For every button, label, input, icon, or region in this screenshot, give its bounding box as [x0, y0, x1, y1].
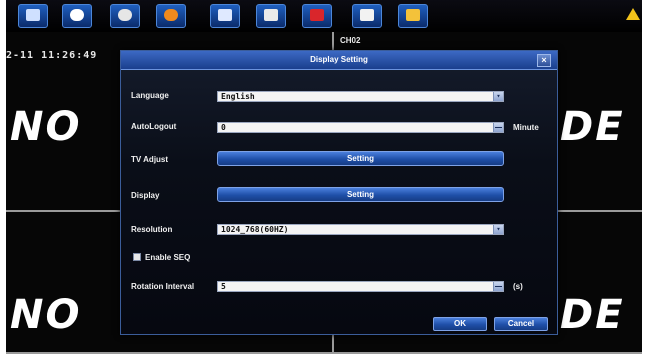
rotation-interval-label: Rotation Interval [131, 282, 195, 291]
resolution-select[interactable]: 1024_768(60HZ) ▾ [217, 224, 504, 235]
autologout-value: 0 [221, 123, 226, 132]
no-video-text: NO [10, 104, 82, 150]
dialog-title: Display Setting [310, 55, 368, 64]
video-icon[interactable] [256, 4, 286, 28]
display-setting-dialog: Display Setting × Language English ▾ Aut… [120, 50, 558, 335]
record-icon[interactable] [62, 4, 92, 28]
display-label: Display [131, 191, 160, 200]
monitor-screen: 2-11 11:26:49 CH02 NO DE NO DE Display S… [6, 0, 642, 354]
rotation-interval-value: 5 [221, 282, 226, 291]
no-video-text: DE [560, 292, 625, 338]
cancel-button[interactable]: Cancel [494, 317, 548, 331]
warning-icon [626, 8, 640, 20]
camera-icon[interactable] [352, 4, 382, 28]
resolution-value: 1024_768(60HZ) [221, 225, 289, 234]
language-select[interactable]: English ▾ [217, 91, 504, 102]
resolution-label: Resolution [131, 225, 173, 234]
rotation-interval-unit: (s) [513, 282, 523, 291]
playback-icon[interactable] [110, 4, 140, 28]
taskbar [6, 0, 642, 32]
tv-adjust-label: TV Adjust [131, 155, 169, 164]
rotation-interval-input[interactable]: 5 [217, 281, 504, 292]
spinner-icon[interactable] [493, 282, 503, 291]
close-button[interactable]: × [537, 54, 551, 67]
autologout-unit: Minute [513, 123, 539, 132]
enable-seq-checkbox[interactable] [133, 253, 141, 261]
alarm-icon[interactable] [302, 4, 332, 28]
display-setting-button[interactable]: Setting [217, 187, 504, 202]
dialog-title-bar[interactable]: Display Setting × [121, 51, 557, 70]
ptz-icon[interactable] [156, 4, 186, 28]
autologout-input[interactable]: 0 [217, 122, 504, 133]
no-video-text: DE [560, 104, 625, 150]
chevron-down-icon[interactable]: ▾ [493, 92, 503, 101]
language-label: Language [131, 91, 169, 100]
ok-button[interactable]: OK [433, 317, 487, 331]
spinner-icon[interactable] [493, 123, 503, 132]
chevron-down-icon[interactable]: ▾ [493, 225, 503, 234]
folder-icon[interactable] [398, 4, 428, 28]
no-video-text: NO [10, 292, 82, 338]
autologout-label: AutoLogout [131, 122, 177, 131]
enable-seq-label: Enable SEQ [145, 253, 191, 262]
camera-channel-label: CH02 [340, 36, 361, 45]
menu-icon[interactable] [18, 4, 48, 28]
color-icon[interactable] [210, 4, 240, 28]
language-value: English [221, 92, 255, 101]
camera-timestamp: 2-11 11:26:49 [6, 50, 98, 61]
tv-adjust-setting-button[interactable]: Setting [217, 151, 504, 166]
